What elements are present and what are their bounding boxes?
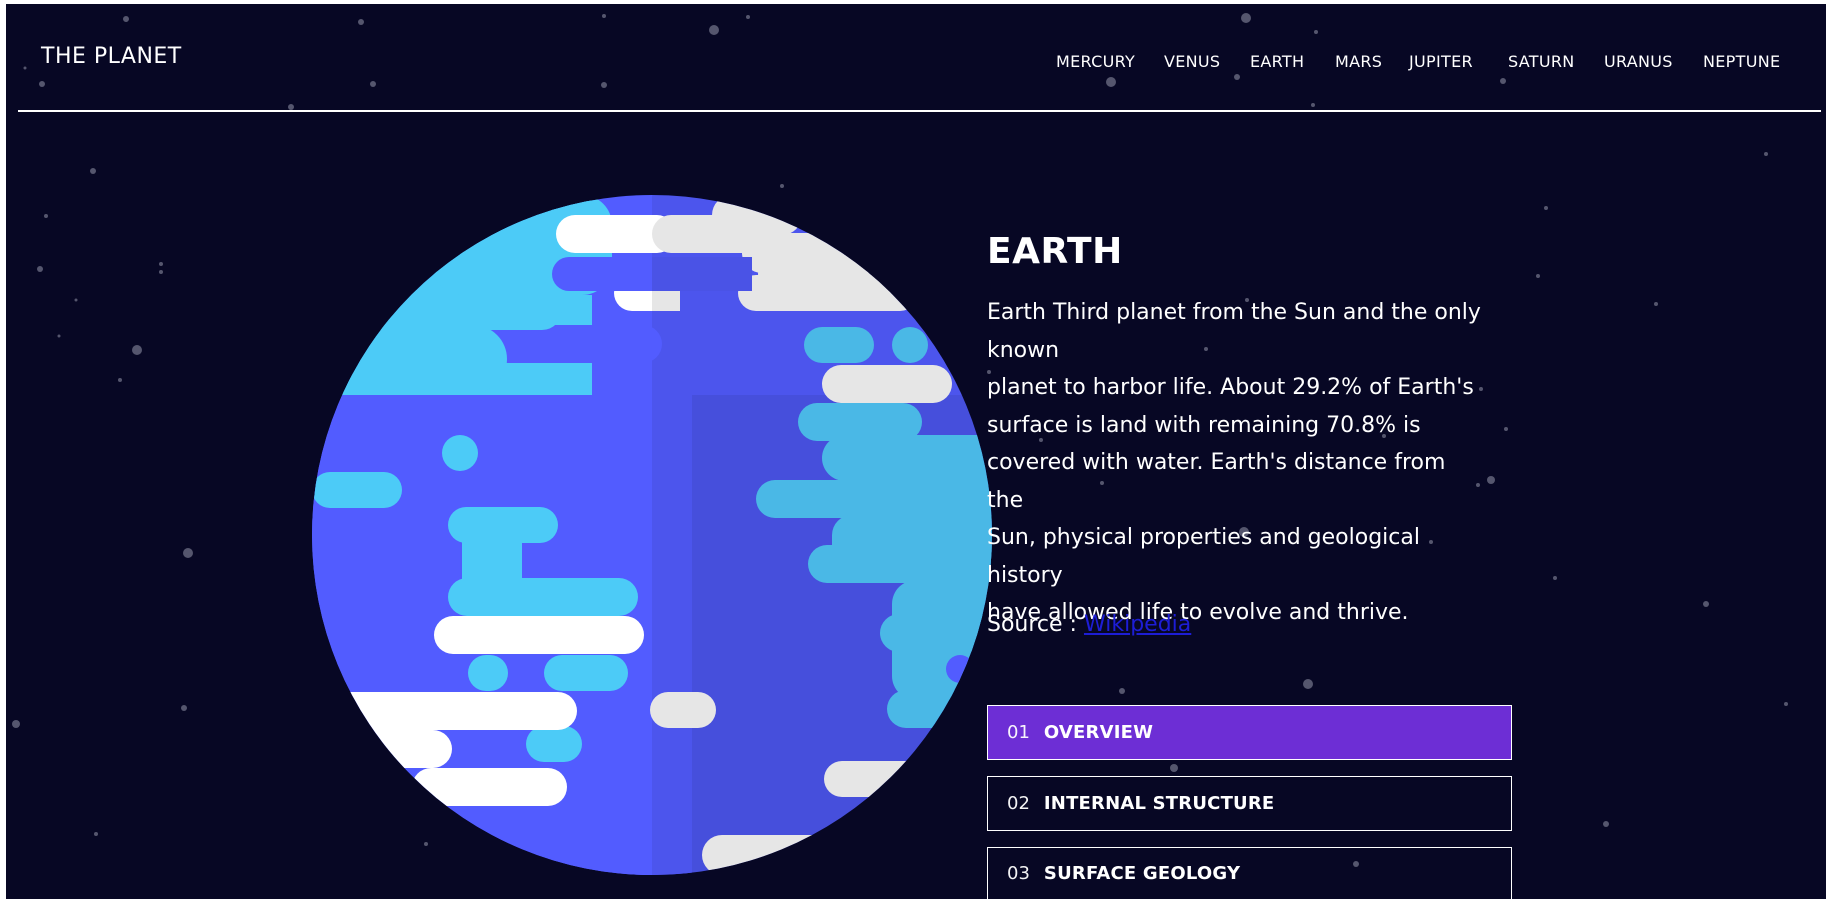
nav-link-mercury[interactable]: MERCURY [1056, 52, 1135, 71]
description-line: known [987, 337, 1060, 363]
source-line: Source : Wikipedia [987, 612, 1191, 637]
nav-link-uranus[interactable]: URANUS [1604, 52, 1673, 71]
planet-nav: MERCURY VENUS EARTH MARS JUPITER SATURN … [6, 52, 1826, 72]
nav-link-venus[interactable]: VENUS [1164, 52, 1220, 71]
description-line: Sun, physical properties and geological … [987, 525, 1420, 588]
tab-overview[interactable]: 01 OVERVIEW [987, 705, 1512, 760]
nav-link-saturn[interactable]: SATURN [1508, 52, 1575, 71]
source-link[interactable]: Wikipedia [1084, 612, 1191, 637]
source-label: Source : [987, 612, 1077, 637]
tab-number: 01 [1007, 722, 1030, 743]
tab-surface-geology[interactable]: 03 SURFACE GEOLOGY [987, 847, 1512, 899]
earth-illustration [312, 195, 992, 875]
tab-number: 02 [1007, 793, 1030, 814]
nav-link-neptune[interactable]: NEPTUNE [1703, 52, 1780, 71]
description-line: planet to harbor life. About 29.2% of Ea… [987, 375, 1474, 400]
planet-info: EARTH Earth Third planet from the Sun an… [987, 231, 1487, 632]
planet-description: Earth Third planet from the Sun and the … [987, 294, 1482, 632]
description-line: surface is land with remaining 70.8% is [987, 412, 1421, 438]
header-divider [18, 110, 1821, 112]
tab-label: INTERNAL STRUCTURE [1043, 793, 1275, 814]
description-line: Earth Third planet from the Sun and the … [987, 300, 1481, 325]
nav-link-mars[interactable]: MARS [1335, 52, 1382, 71]
tab-number: 03 [1007, 863, 1030, 884]
planet-title: EARTH [987, 231, 1123, 272]
nav-link-earth[interactable]: EARTH [1250, 52, 1304, 71]
tab-internal-structure[interactable]: 02 INTERNAL STRUCTURE [987, 776, 1512, 831]
tab-label: OVERVIEW [1043, 722, 1154, 743]
nav-link-jupiter[interactable]: JUPITER [1409, 52, 1473, 71]
description-line: covered with water. Earth's distance fro… [987, 450, 1446, 513]
tab-label: SURFACE GEOLOGY [1043, 863, 1241, 884]
